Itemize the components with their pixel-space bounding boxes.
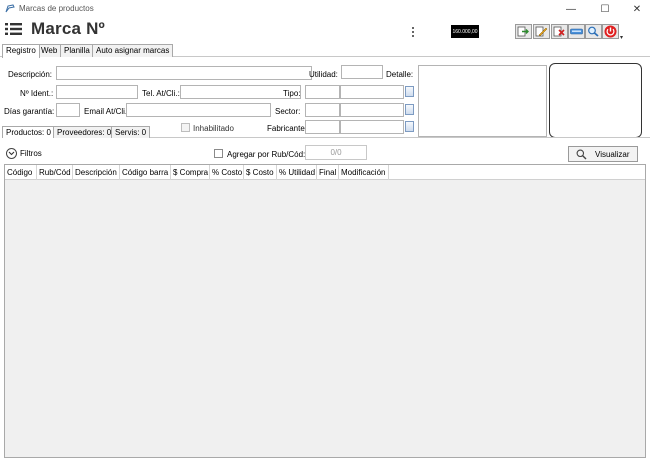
edit-button[interactable] bbox=[533, 24, 550, 39]
sector-picker-icon[interactable] bbox=[405, 104, 414, 115]
column-header[interactable]: Descripción bbox=[73, 165, 120, 180]
minimize-button[interactable]: — bbox=[558, 1, 584, 17]
column-header[interactable]: % Utilidad bbox=[277, 165, 317, 180]
export-button[interactable] bbox=[515, 24, 532, 39]
column-header[interactable]: Código barra bbox=[120, 165, 171, 180]
subtab-proveedores[interactable]: Proveedores: 0 bbox=[53, 126, 116, 138]
descripcion-label: Descripción: bbox=[8, 70, 53, 79]
app-icon bbox=[5, 4, 15, 13]
tel-label: Tel. At/Cli.: bbox=[142, 89, 180, 98]
visualizar-button[interactable]: Visualizar bbox=[568, 146, 638, 162]
utilidad-input[interactable] bbox=[341, 65, 383, 79]
tab-web[interactable]: Web bbox=[37, 44, 62, 57]
dias-label: Días garantía: bbox=[4, 107, 55, 116]
chevron-down-icon bbox=[8, 151, 15, 156]
subtab-servis[interactable]: Servis: 0 bbox=[111, 126, 151, 138]
column-header[interactable]: Modificación bbox=[339, 165, 389, 180]
column-header[interactable]: Rub/Cód bbox=[37, 165, 73, 180]
close-button[interactable]: ✕ bbox=[624, 1, 650, 17]
keyboard-icon bbox=[570, 28, 583, 35]
page-title: Marca Nº bbox=[31, 19, 105, 38]
export-icon bbox=[517, 26, 529, 37]
count-display: 0/0 bbox=[305, 145, 367, 160]
utilidad-label: Utilidad: bbox=[309, 70, 338, 79]
search-button[interactable] bbox=[585, 24, 602, 39]
search-icon bbox=[588, 26, 599, 37]
sector-label: Sector: bbox=[275, 107, 301, 116]
edit-icon bbox=[535, 26, 548, 37]
grid-header: Código Rub/Cód Descripción Código barra … bbox=[5, 165, 645, 180]
subtab-productos[interactable]: Productos: 0 bbox=[2, 126, 55, 138]
delete-button[interactable] bbox=[551, 24, 568, 39]
email-label: Email At/Cli.: bbox=[84, 107, 130, 116]
fabricante-label: Fabricante: bbox=[267, 124, 308, 133]
agregar-checkbox[interactable] bbox=[214, 149, 223, 158]
sector-code-input[interactable] bbox=[305, 103, 340, 117]
keyboard-button[interactable] bbox=[568, 24, 585, 39]
fabricante-picker-icon[interactable] bbox=[405, 121, 414, 132]
tipo-picker-icon[interactable] bbox=[405, 86, 414, 97]
inhabilitado-checkbox[interactable] bbox=[181, 123, 190, 132]
tipo-code-input[interactable] bbox=[305, 85, 340, 99]
chevron-down-icon[interactable]: ▾ bbox=[620, 34, 623, 41]
detalle-textarea[interactable] bbox=[418, 65, 547, 137]
tab-planilla[interactable]: Planilla bbox=[60, 44, 94, 57]
tipo-desc-input[interactable] bbox=[340, 85, 404, 99]
power-icon bbox=[604, 25, 617, 38]
title-bar bbox=[0, 0, 650, 18]
fabricante-desc-input[interactable] bbox=[340, 120, 404, 134]
nident-label: Nº Ident.: bbox=[20, 89, 54, 98]
window-title: Marcas de productos bbox=[19, 4, 94, 13]
sector-desc-input[interactable] bbox=[340, 103, 404, 117]
nident-input[interactable] bbox=[56, 85, 138, 99]
column-header[interactable]: $ Costo bbox=[244, 165, 277, 180]
filtros-toggle[interactable] bbox=[6, 148, 17, 159]
column-header[interactable]: Código bbox=[5, 165, 37, 180]
detalle-label: Detalle: bbox=[386, 70, 414, 79]
tipo-label: Tipo: bbox=[283, 89, 301, 98]
email-input[interactable] bbox=[126, 103, 271, 117]
tab-auto-asignar[interactable]: Auto asignar marcas bbox=[92, 44, 174, 57]
inhabilitado-label: Inhabilitado bbox=[193, 124, 234, 133]
power-button[interactable] bbox=[602, 24, 619, 39]
visualizar-label: Visualizar bbox=[595, 149, 630, 159]
maximize-button[interactable]: ☐ bbox=[592, 1, 618, 17]
filtros-label: Filtros bbox=[20, 149, 42, 158]
search-icon bbox=[576, 149, 587, 159]
toolbar-grip[interactable] bbox=[412, 27, 414, 37]
column-header[interactable]: % Costo bbox=[210, 165, 244, 180]
products-grid[interactable]: Código Rub/Cód Descripción Código barra … bbox=[4, 164, 646, 458]
image-preview[interactable] bbox=[549, 63, 642, 138]
descripcion-input[interactable] bbox=[56, 66, 312, 80]
counter-display: 160.000,00 bbox=[451, 25, 479, 38]
menu-icon[interactable] bbox=[5, 22, 22, 36]
tab-registro[interactable]: Registro bbox=[2, 44, 40, 58]
column-header[interactable]: Final bbox=[317, 165, 339, 180]
delete-icon bbox=[553, 26, 565, 37]
subtabs-divider bbox=[147, 137, 650, 138]
agregar-label: Agregar por Rub/Cód: bbox=[227, 150, 306, 159]
fabricante-code-input[interactable] bbox=[305, 120, 340, 134]
column-header[interactable]: $ Compra bbox=[171, 165, 210, 180]
dias-input[interactable] bbox=[56, 103, 80, 117]
